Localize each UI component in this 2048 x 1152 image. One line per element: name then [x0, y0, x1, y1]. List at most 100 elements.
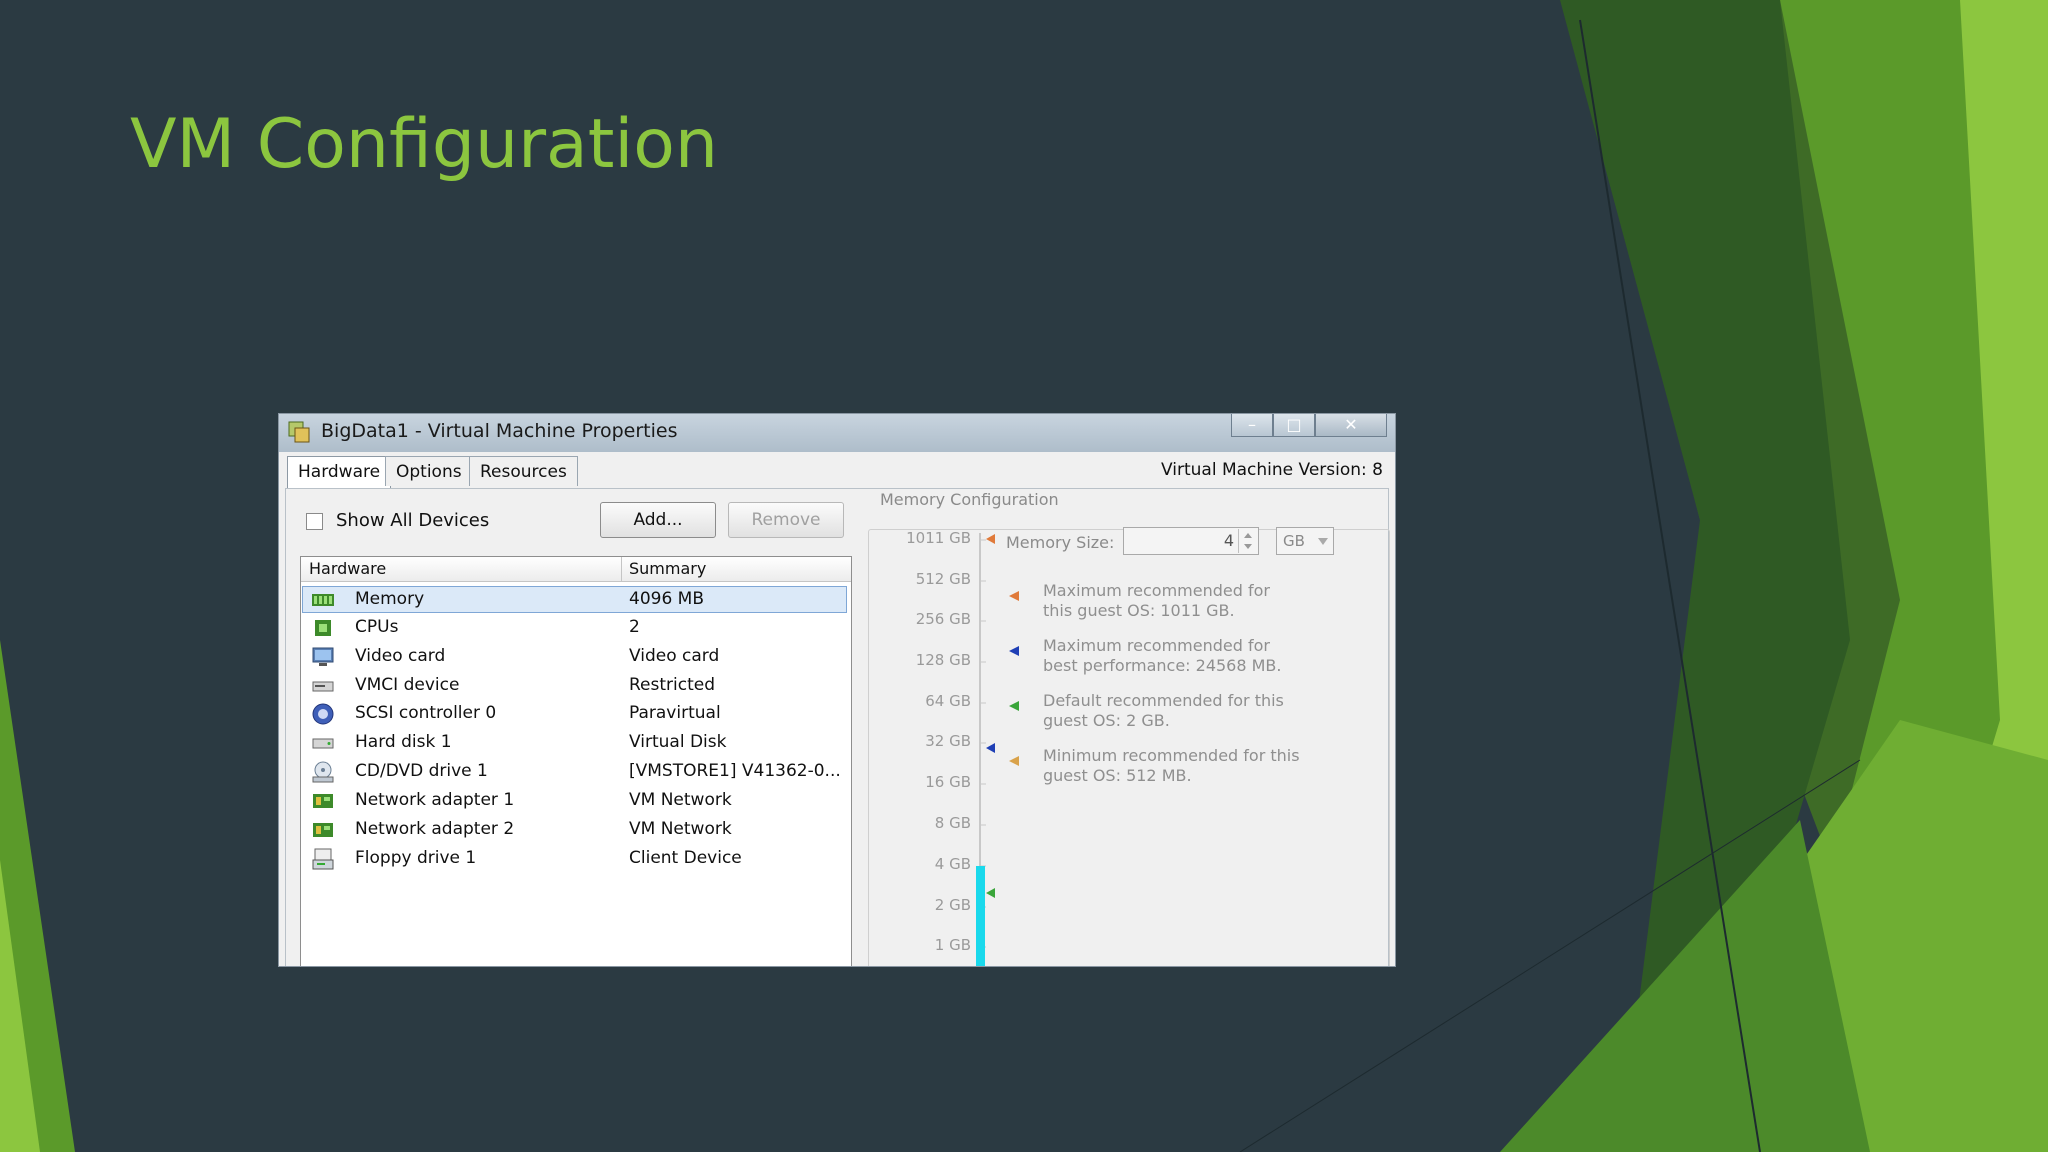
- close-button[interactable]: ✕: [1315, 414, 1387, 437]
- window-title: BigData1 - Virtual Machine Properties: [321, 420, 678, 442]
- hardware-summary: 4096 MB: [629, 589, 704, 609]
- scale-label: 4 GB: [934, 855, 971, 873]
- hardware-name: Network adapter 2: [355, 819, 515, 839]
- scale-label: 128 GB: [915, 651, 971, 669]
- hardware-name: VMCI device: [355, 675, 460, 695]
- scale-label: 64 GB: [925, 692, 971, 710]
- scale-label: 2 GB: [934, 896, 971, 914]
- scale-label: 32 GB: [925, 732, 971, 750]
- note-minimum: Minimum recommended for this guest OS: 5…: [1009, 746, 1303, 786]
- column-header-summary[interactable]: Summary: [629, 559, 706, 578]
- vm-properties-window: BigData1 - Virtual Machine Properties – …: [278, 413, 1396, 967]
- show-all-devices-label[interactable]: Show All Devices: [336, 510, 489, 531]
- hardware-name: Memory: [355, 589, 425, 609]
- hardware-row-vmci-device[interactable]: VMCI device Restricted: [301, 672, 851, 700]
- tab-resources[interactable]: Resources: [469, 456, 578, 486]
- monitor-icon: [312, 647, 334, 666]
- hardware-summary: Paravirtual: [629, 703, 721, 723]
- tab-hardware[interactable]: Hardware: [287, 456, 392, 488]
- hardware-row-network-adapter-2[interactable]: Network adapter 2 VM Network: [301, 816, 851, 844]
- disk-icon: [312, 738, 334, 749]
- triangle-green-icon: [1009, 701, 1019, 711]
- scsi-icon: [312, 703, 334, 725]
- max-os-marker: [986, 534, 995, 544]
- memory-icon: [312, 594, 334, 606]
- title-bar[interactable]: BigData1 - Virtual Machine Properties – …: [279, 414, 1395, 452]
- hardware-list-header: Hardware Summary: [301, 557, 851, 582]
- hardware-summary: Virtual Disk: [629, 732, 727, 752]
- cpu-icon: [315, 620, 331, 636]
- maximize-icon: □: [1286, 415, 1302, 434]
- hardware-summary: 2: [629, 617, 640, 637]
- column-header-hardware[interactable]: Hardware: [309, 559, 386, 578]
- note-text: Maximum recommended for this guest OS: 1…: [1043, 581, 1270, 620]
- hardware-row-video-card[interactable]: Video card Video card: [301, 643, 851, 671]
- hardware-list[interactable]: Hardware Summary Memory 4096 MB CPUs 2 V…: [300, 556, 852, 966]
- note-default: Default recommended for this guest OS: 2…: [1009, 691, 1303, 731]
- note-text: Default recommended for this guest OS: 2…: [1043, 691, 1284, 730]
- vm-version-label: Virtual Machine Version: 8: [1161, 460, 1383, 480]
- hardware-row-cd-dvd-drive[interactable]: CD/DVD drive 1 [VMSTORE1] V41362-0...: [301, 758, 851, 786]
- hardware-name: Video card: [355, 646, 446, 666]
- network-icon: [313, 823, 333, 837]
- close-icon: ✕: [1344, 415, 1358, 434]
- hardware-row-hard-disk[interactable]: Hard disk 1 Virtual Disk: [301, 729, 851, 757]
- hardware-summary: [VMSTORE1] V41362-0...: [629, 761, 841, 781]
- tab-options[interactable]: Options: [385, 456, 473, 486]
- vm-icon: [288, 421, 310, 443]
- triangle-yellow-icon: [1009, 756, 1019, 766]
- cd-icon: [312, 761, 334, 783]
- memory-size-input[interactable]: 4: [1123, 527, 1259, 555]
- hardware-row-floppy-drive[interactable]: Floppy drive 1 Client Device: [301, 845, 851, 873]
- chevron-down-icon: [1318, 538, 1328, 545]
- hardware-tab-panel: Show All Devices Add... Remove Hardware …: [285, 488, 1390, 967]
- memory-unit-value: GB: [1283, 532, 1305, 550]
- memory-slider[interactable]: [972, 529, 1008, 967]
- memory-size-label: Memory Size:: [1006, 533, 1115, 552]
- hardware-summary: Client Device: [629, 848, 742, 868]
- default-marker: [986, 888, 995, 898]
- note-max-os: Maximum recommended for this guest OS: 1…: [1009, 581, 1303, 621]
- spinner-icon[interactable]: [1238, 529, 1257, 553]
- scale-label: 256 GB: [915, 610, 971, 628]
- remove-button[interactable]: Remove: [728, 502, 844, 538]
- minimize-button[interactable]: –: [1231, 414, 1273, 437]
- hardware-summary: Video card: [629, 646, 720, 666]
- show-all-devices-checkbox[interactable]: [306, 513, 323, 530]
- hardware-name: CD/DVD drive 1: [355, 761, 488, 781]
- triangle-orange-icon: [1009, 591, 1019, 601]
- scale-label: 8 GB: [934, 814, 971, 832]
- memory-size-value: 4: [1223, 531, 1234, 550]
- hardware-name: CPUs: [355, 617, 399, 637]
- scale-label: 1011 GB: [906, 529, 971, 547]
- hardware-name: Hard disk 1: [355, 732, 452, 752]
- device-icon: [312, 681, 334, 692]
- memory-level-bar: [976, 866, 985, 966]
- minimize-icon: –: [1248, 415, 1256, 434]
- add-button[interactable]: Add...: [600, 502, 716, 538]
- hardware-row-memory[interactable]: Memory 4096 MB: [301, 586, 851, 614]
- note-text: Maximum recommended for best performance…: [1043, 636, 1282, 675]
- hardware-name: SCSI controller 0: [355, 703, 497, 723]
- hardware-name: Network adapter 1: [355, 790, 515, 810]
- column-divider: [621, 557, 622, 581]
- hardware-name: Floppy drive 1: [355, 848, 477, 868]
- hardware-row-scsi-controller[interactable]: SCSI controller 0 Paravirtual: [301, 700, 851, 728]
- hardware-summary: VM Network: [629, 819, 732, 839]
- floppy-icon: [312, 848, 334, 870]
- note-text: Minimum recommended for this guest OS: 5…: [1043, 746, 1300, 785]
- scale-label: 512 GB: [915, 570, 971, 588]
- memory-unit-select[interactable]: GB: [1276, 527, 1334, 555]
- scale-label: 1 GB: [934, 936, 971, 954]
- triangle-blue-icon: [1009, 646, 1019, 656]
- maximize-button[interactable]: □: [1273, 414, 1315, 437]
- hardware-summary: Restricted: [629, 675, 716, 695]
- hardware-row-network-adapter-1[interactable]: Network adapter 1 VM Network: [301, 787, 851, 815]
- note-max-performance: Maximum recommended for best performance…: [1009, 636, 1303, 676]
- memory-scale: 1011 GB 512 GB 256 GB 128 GB 64 GB 32 GB…: [871, 529, 971, 966]
- max-performance-marker: [986, 743, 995, 753]
- hardware-row-cpus[interactable]: CPUs 2: [301, 614, 851, 642]
- hardware-summary: VM Network: [629, 790, 732, 810]
- slide-title: VM Configuration: [130, 105, 718, 184]
- memory-configuration-legend: Memory Configuration: [874, 490, 1065, 509]
